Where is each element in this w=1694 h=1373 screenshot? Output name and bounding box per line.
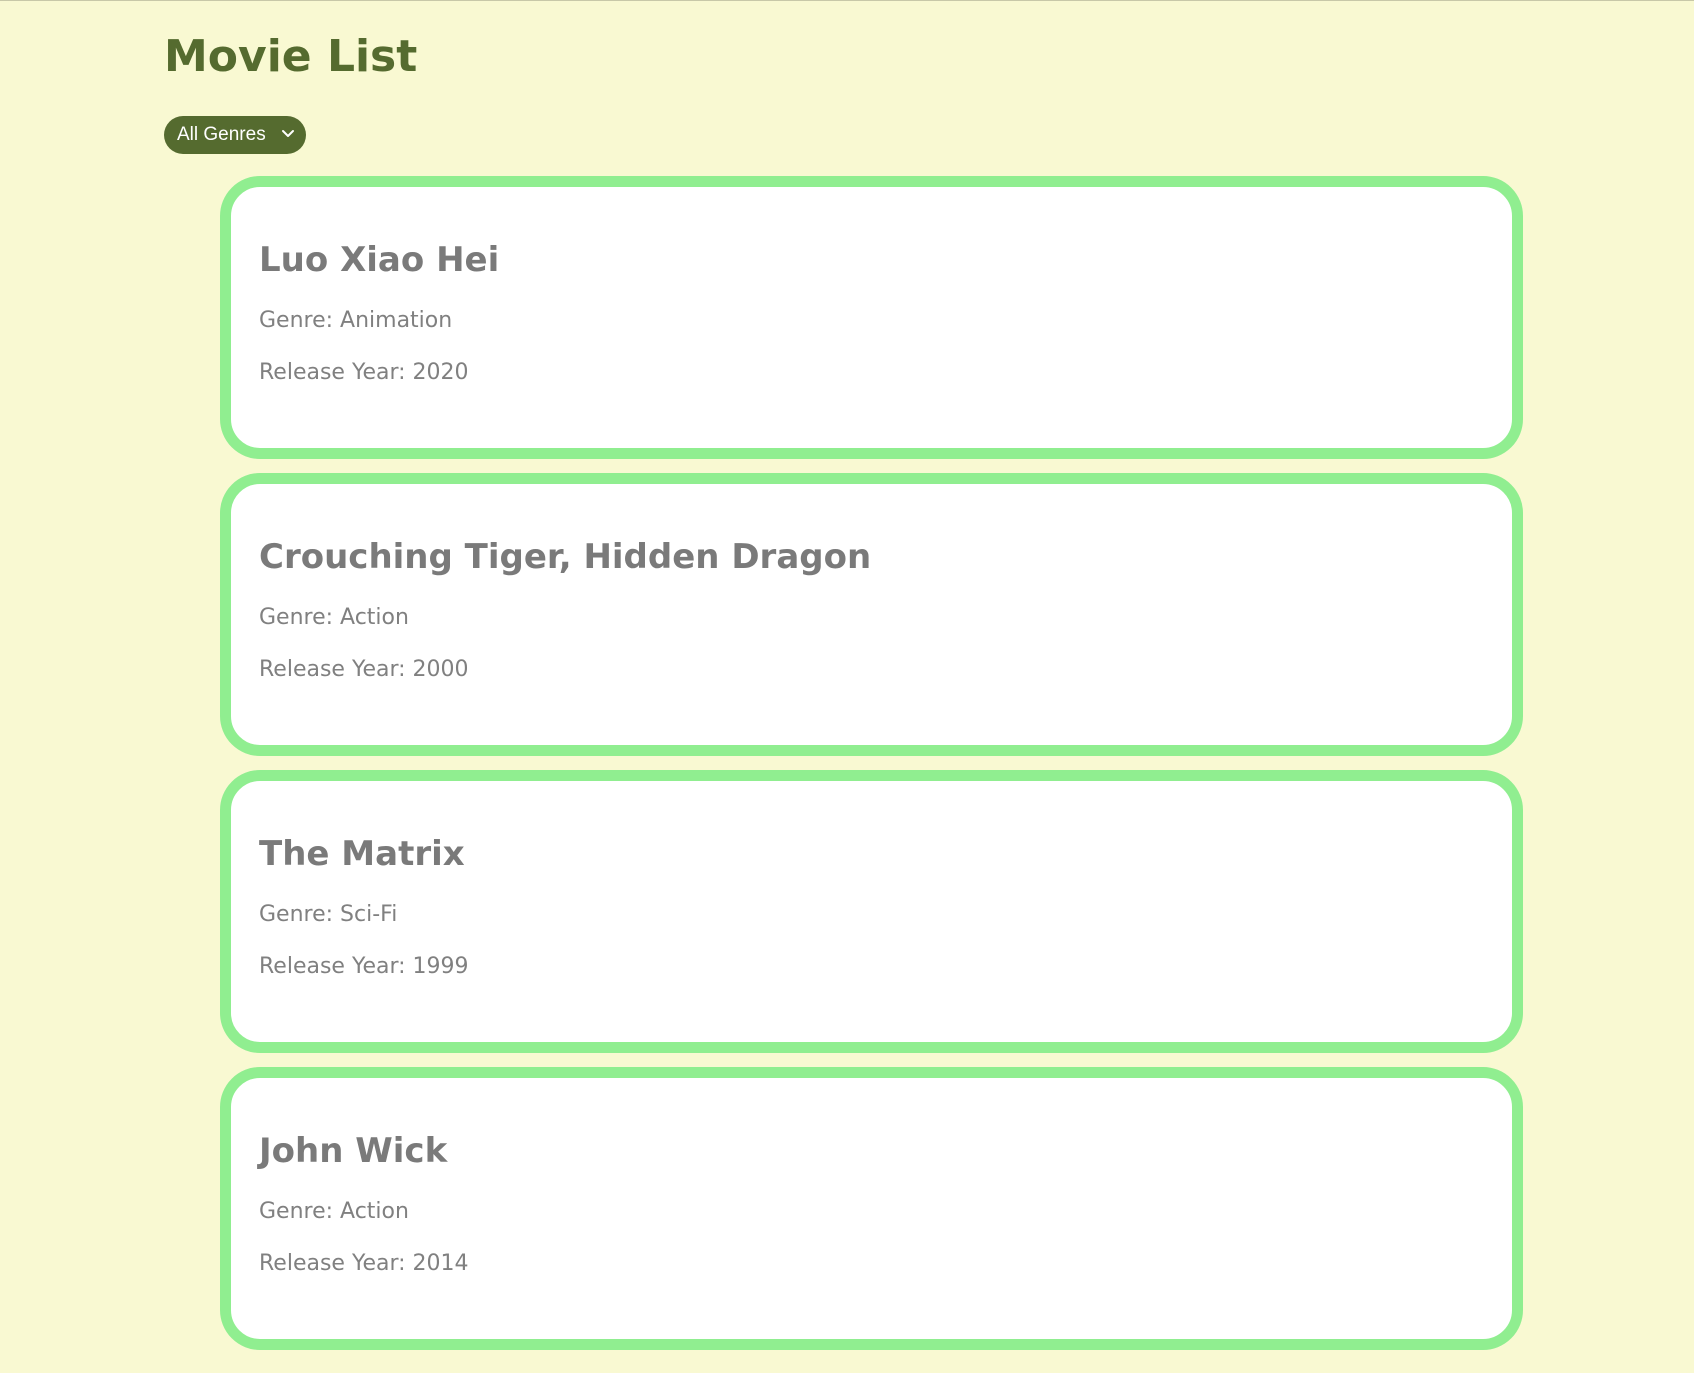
movie-release-year: Release Year: 1999 [259, 954, 469, 979]
chevron-down-icon [281, 130, 294, 137]
movie-genre: Genre: Action [259, 605, 409, 630]
movie-title: Luo Xiao Hei [259, 240, 500, 280]
genre-filter-select[interactable]: All Genres [164, 116, 306, 154]
movie-card: The Matrix Genre: Sci-Fi Release Year: 1… [220, 770, 1523, 1053]
movie-release-year: Release Year: 2020 [259, 360, 469, 385]
movie-release-year: Release Year: 2000 [259, 657, 469, 682]
movie-genre: Genre: Sci-Fi [259, 902, 398, 927]
page-title: Movie List [164, 31, 418, 82]
movie-title: Crouching Tiger, Hidden Dragon [259, 537, 872, 577]
movie-card: Crouching Tiger, Hidden Dragon Genre: Ac… [220, 473, 1523, 756]
movie-title: John Wick [259, 1131, 448, 1171]
movie-card: Luo Xiao Hei Genre: Animation Release Ye… [220, 176, 1523, 459]
movie-card: John Wick Genre: Action Release Year: 20… [220, 1067, 1523, 1350]
movie-release-year: Release Year: 2014 [259, 1251, 469, 1276]
movie-genre: Genre: Animation [259, 308, 453, 333]
genre-filter-value: All Genres [177, 124, 266, 145]
movie-title: The Matrix [259, 834, 465, 874]
movie-genre: Genre: Action [259, 1199, 409, 1224]
movie-list: Luo Xiao Hei Genre: Animation Release Ye… [220, 176, 1523, 1364]
